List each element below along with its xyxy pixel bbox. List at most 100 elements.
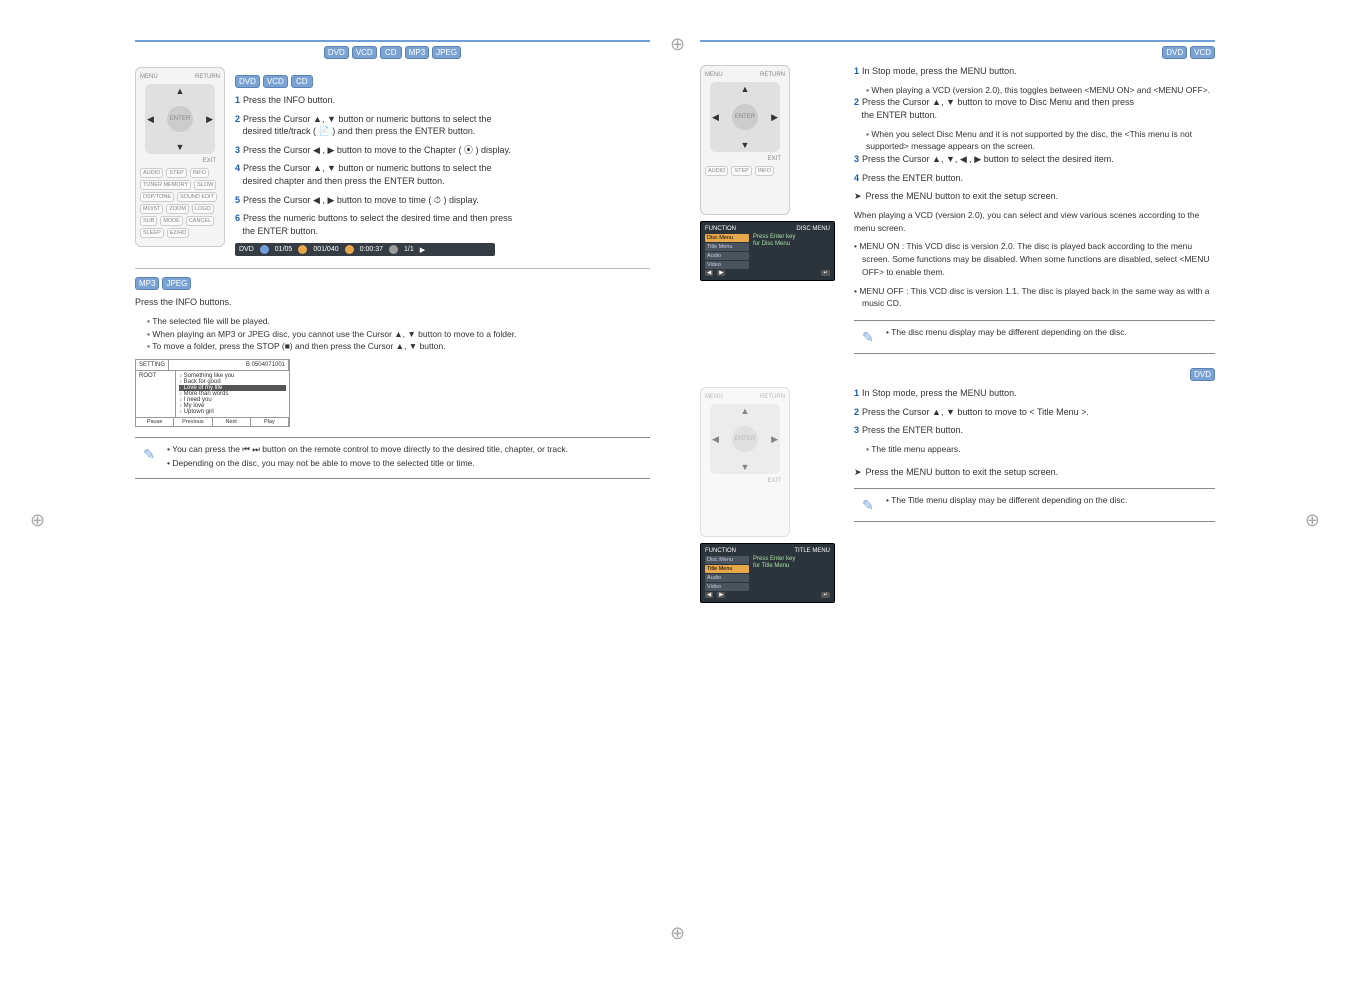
vcd-explain-on: • MENU ON : This VCD disc is version 2.0…: [854, 240, 1215, 278]
arrow-up-icon: ▲: [741, 406, 750, 416]
mp3-track-list: Something like you Back for good Love of…: [176, 371, 289, 417]
remote-btn: SOUND EDIT: [177, 192, 217, 202]
remote-menu-label: MENU: [140, 74, 158, 80]
badge: VCD: [263, 75, 288, 88]
remote-button-grid: AUDIO STEP INFO TUNER MEMORY SLOW DSP/TO…: [140, 168, 220, 238]
badge: VCD: [1190, 46, 1215, 59]
body-line: Press Enter key: [753, 556, 830, 562]
title-track-icon: 📄: [319, 126, 330, 136]
badge: DVD: [324, 46, 349, 59]
time-icon: [345, 245, 354, 254]
steps-content: DVD VCD CD 1Press the INFO button. 2Pres…: [235, 67, 650, 256]
note-line: • You can press the ⏮ ⏭ button on the re…: [167, 444, 568, 456]
remote-btn: ZOOM: [166, 204, 189, 214]
badge: CD: [380, 46, 402, 59]
arrow-left-icon: ◀: [147, 114, 154, 125]
list-item: Title Menu: [705, 243, 749, 251]
remote-return-label: RETURN: [760, 394, 785, 400]
mp3-browser-screenshot: SETTING B 0504071001 ROOT Something like…: [135, 359, 290, 427]
arrow-up-icon: ▲: [176, 86, 185, 96]
playback-status-strip: DVD 01/05 001/040 0:00:37 1/1 ▶: [235, 243, 495, 256]
page-rule: [700, 40, 1215, 42]
badge: MP3: [135, 277, 159, 290]
r2-exit: ➤ Press the MENU button to exit the setu…: [854, 466, 1215, 479]
r2-step3-sub: The title menu appears.: [854, 443, 1215, 456]
arrow-left-icon: ◀: [712, 112, 719, 123]
vcd-explain-off: • MENU OFF : This VCD disc is version 1.…: [854, 285, 1215, 311]
arrow-right-icon: ▶: [771, 434, 778, 445]
mp3-root-label: ROOT: [136, 371, 176, 417]
note-box-title-menu: ✎ • The Title menu display may be differ…: [854, 488, 1215, 522]
remote-return-label: RETURN: [760, 72, 785, 78]
remote-btn: TUNER MEMORY: [140, 180, 191, 190]
media-badges-title: DVD: [700, 368, 1215, 381]
remote-enter-label: ENTER: [732, 104, 758, 130]
mp3-sub1: The selected file will be played.: [135, 315, 650, 328]
pointer-icon: ➤: [854, 466, 862, 479]
media-badges-mp3jpeg: MP3 JPEG: [135, 277, 650, 290]
media-badges-right-top: DVD VCD: [700, 46, 1215, 59]
remote-btn: STEP: [731, 166, 751, 176]
title-menu-screenshot: FUNCTIONTITLE MENU Disc Menu Title Menu …: [700, 543, 835, 603]
remote-menu-label: MENU: [705, 394, 723, 400]
remote-btn: LOGO: [192, 204, 214, 214]
remote-exit-label: EXIT: [203, 158, 216, 164]
mp3-step: Press the INFO buttons.: [135, 296, 650, 309]
remote-btn: STEP: [166, 168, 186, 178]
step-1: 1Press the INFO button.: [235, 94, 650, 107]
r1-step2: 2Press the Cursor ▲, ▼ button to move to…: [854, 96, 1215, 121]
vcd-explain-intro: When playing a VCD (version 2.0), you ca…: [854, 209, 1215, 235]
mp3-sub2: When playing an MP3 or JPEG disc, you ca…: [135, 328, 650, 341]
remote-btn: MODE: [160, 216, 183, 226]
key: Previous: [174, 418, 212, 426]
step-6: 6Press the numeric buttons to select the…: [235, 212, 650, 237]
disc-menu-screenshot: FUNCTIONDISC MENU Disc Menu Title Menu A…: [700, 221, 835, 281]
pointer-icon: ➤: [854, 190, 862, 203]
crop-mark-bottom: ⊕: [670, 923, 685, 944]
arrow-down-icon: ▼: [741, 462, 750, 472]
left-page: DVD VCD CD MP3 JPEG MENU RETURN ▲ ▼ ◀ ▶: [125, 30, 660, 627]
list-item: Disc Menu: [705, 234, 749, 242]
note-icon: ✎: [139, 444, 159, 464]
remote-dpad: ▲ ▼ ◀ ▶ ENTER: [710, 404, 780, 474]
body-line: for Title Menu: [753, 563, 830, 569]
list-item: Disc Menu: [705, 556, 749, 564]
key: Pause: [136, 418, 174, 426]
r1-step2-sub: When you select Disc Menu and it is not …: [854, 128, 1215, 154]
list-item: Video: [705, 583, 749, 591]
remote-btn: EZ/HD: [167, 228, 190, 238]
badge: DVD: [1162, 46, 1187, 59]
remote-btn: INFO: [755, 166, 774, 176]
strip-label: DVD: [239, 246, 254, 253]
remote-btn: MO/ST: [140, 204, 163, 214]
key: Play: [251, 418, 289, 426]
remote-illustration-dim: MENU RETURN ▲ ▼ ◀ ▶ ENTER EXIT: [700, 387, 790, 537]
arrow-left-icon: ◀: [712, 434, 719, 445]
list-item: Audio: [705, 574, 749, 582]
badge: VCD: [352, 46, 377, 59]
r1-exit: ➤ Press the MENU button to exit the setu…: [854, 190, 1215, 203]
remote-btn: SLOW: [194, 180, 216, 190]
audio-icon: [389, 245, 398, 254]
badge: DVD: [1190, 368, 1215, 381]
badge: JPEG: [432, 46, 461, 59]
title-icon: [260, 245, 269, 254]
mp3-setting-label: SETTING: [136, 360, 169, 370]
remote-btn: AUDIO: [140, 168, 163, 178]
r2-step1: 1In Stop mode, press the MENU button.: [854, 387, 1215, 400]
arrow-down-icon: ▼: [741, 140, 750, 150]
remote-btn: DSP/TONE: [140, 192, 174, 202]
remote-return-label: RETURN: [195, 74, 220, 80]
list-item: Uptown girl: [179, 409, 286, 415]
r1-step4: 4Press the ENTER button.: [854, 172, 1215, 185]
list-item: Video: [705, 261, 749, 269]
remote-illustration: MENU RETURN ▲ ▼ ◀ ▶ ENTER EXIT AUDIO STE…: [135, 67, 225, 247]
note-icon: ✎: [858, 327, 878, 347]
right-page: DVD VCD MENU RETURN ▲ ▼ ◀ ▶ ENTER: [690, 30, 1225, 627]
arrow-right-icon: ▶: [206, 114, 213, 125]
list-item: Title Menu: [705, 565, 749, 573]
badge: JPEG: [162, 277, 191, 290]
chapter-icon: [298, 245, 307, 254]
step-5: 5Press the Cursor ◀ , ▶ button to move t…: [235, 194, 650, 207]
step-3: 3Press the Cursor ◀ , ▶ button to move t…: [235, 144, 650, 157]
